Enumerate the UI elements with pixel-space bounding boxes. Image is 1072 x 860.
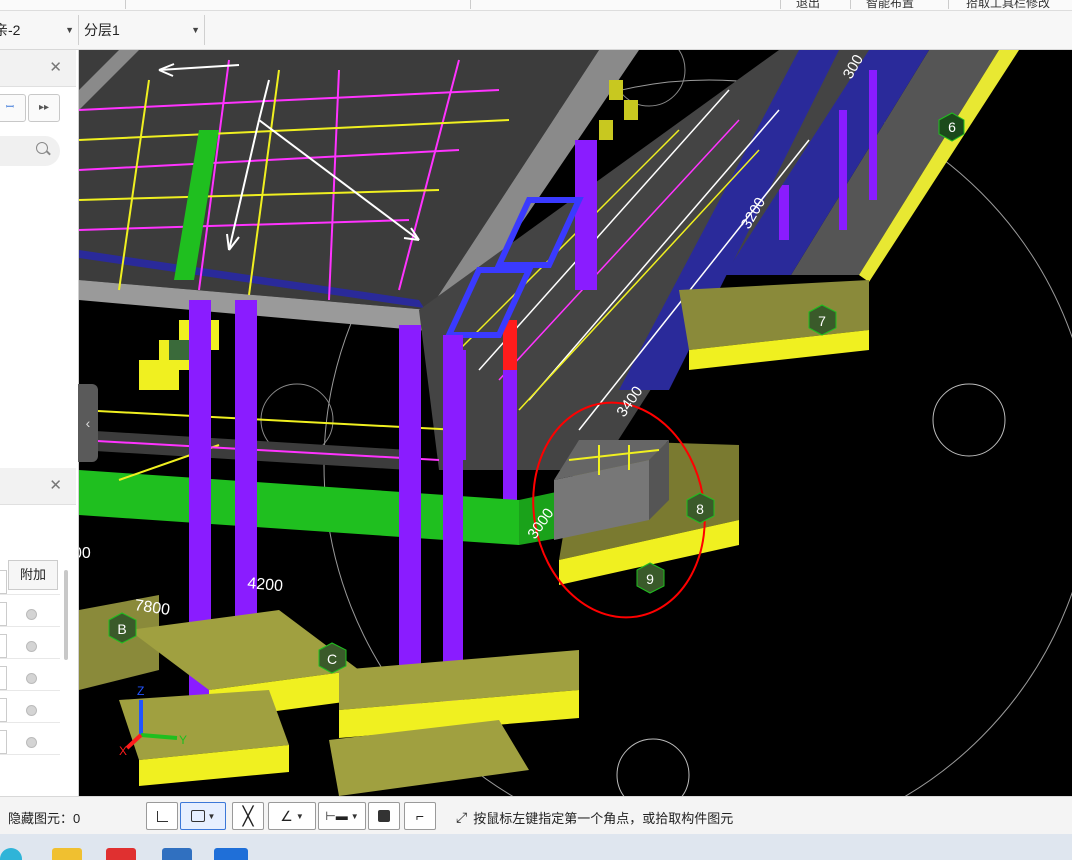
glodon-icon[interactable] [214,848,248,860]
svg-text:6: 6 [948,119,956,135]
layer-toolbar: 亲 -2 ▼ 分层1 ▼ [0,11,1072,50]
separator [948,0,949,9]
column [443,335,463,715]
svg-text:Y: Y [179,733,187,747]
column [779,185,789,240]
left-panel: ✕ ꟷ ▸▸ ✕ 附加 [0,50,79,796]
separator [78,15,79,45]
svg-text:X: X [119,744,127,758]
svg-text:8: 8 [696,501,704,517]
value-field[interactable] [0,666,7,690]
angle-icon: ∠ [280,807,293,824]
search-input[interactable] [0,136,60,166]
axis-marker: 9 [636,562,665,594]
column [869,70,877,200]
exit-button[interactable]: 退出 [796,0,820,11]
polyline-icon: ⌐ [415,808,425,824]
axis-marker: 8 [686,492,715,524]
value-field[interactable] [0,570,7,594]
radio[interactable] [26,673,37,684]
axis-marker: B [108,612,137,644]
resize-arrow-icon: ⤢ [456,809,468,825]
command-hint: ⤢ 按鼠标左键指定第一个角点，或拾取构件图元 [456,809,734,826]
close-icon[interactable]: ✕ [49,58,62,76]
polyline-button[interactable]: ⌐ [404,802,436,830]
orbit-handle[interactable] [616,738,690,796]
column [235,300,257,645]
fast-forward-icon[interactable]: ▸▸ [28,94,60,122]
column [575,140,597,290]
close-icon[interactable]: ✕ [49,476,62,494]
angle-button[interactable]: ∠ ▼ [268,802,316,830]
svg-text:C: C [327,651,337,667]
chevron-down-icon: ▼ [65,25,74,35]
svg-text:Z: Z [137,684,144,698]
radio[interactable] [26,737,37,748]
axis-marker: 7 [808,304,837,336]
rectangle-select-icon [190,810,205,822]
separator [204,15,205,45]
cross-button[interactable]: ╳ [232,802,264,830]
smart-layout-button[interactable]: 智能布置 [866,0,914,11]
list-item[interactable] [0,632,60,659]
dimension-label: 00 [79,545,91,562]
list-item[interactable] [0,664,60,691]
list-item[interactable] [0,696,60,723]
chevron-down-icon: ▼ [191,25,200,35]
pick-toolbar-edit-button[interactable]: 拾取工具栏修改 [966,0,1050,11]
snapshot-icon [378,810,390,822]
status-bar: 隐藏图元：0 ▼ ╳ ∠ ▼ ⊢▬ ▼ ⌐ ⤢ 按鼠标左键指定第一个角点，或拾取构件… [0,796,1072,835]
separator [850,0,851,9]
rectangle-select-button[interactable]: ▼ [180,802,226,830]
orthogonal-button[interactable] [146,802,178,830]
radio[interactable] [26,705,37,716]
axis-marker: C [318,642,347,674]
collapse-panel-tab[interactable]: ‹ [78,384,98,462]
svg-text:9: 9 [646,571,654,587]
value-field[interactable] [0,602,7,626]
panel-tool-button[interactable]: ꟷ [0,94,26,122]
column [839,110,847,230]
folder-icon[interactable] [52,848,82,860]
taskbar [0,834,1072,860]
layer-select[interactable]: 分层1 ▼ [84,19,200,41]
edge-icon[interactable] [0,848,22,860]
list-item[interactable] [0,568,60,595]
orthogonal-icon [156,810,168,822]
value-field[interactable] [0,698,7,722]
list-item[interactable] [0,600,60,627]
orbit-handle[interactable] [932,383,1006,457]
svg-text:7: 7 [818,313,826,329]
snapshot-button[interactable] [368,802,400,830]
hidden-elements-status: 隐藏图元：0 [8,811,81,826]
search-icon [36,142,48,154]
svg-text:B: B [117,621,126,637]
separator [780,0,781,9]
list-item[interactable] [0,728,60,755]
separator [470,0,471,9]
offset-icon: ⊢▬ [325,809,348,823]
offset-button[interactable]: ⊢▬ ▼ [318,802,366,830]
panel-header-bottom: ✕ [0,468,76,505]
top-menu-strip: 退出 智能布置 拾取工具栏修改 [0,0,1072,11]
cross-icon: ╳ [242,806,254,826]
radio[interactable] [26,641,37,652]
value-field[interactable] [0,634,7,658]
scrollbar[interactable] [64,570,68,660]
floor-select[interactable]: 亲 -2 ▼ [0,19,74,41]
app-icon[interactable] [162,848,192,860]
panel-header-top: ✕ [0,50,76,87]
dimension-label: 4200 [247,575,284,595]
separator [125,0,126,9]
radio[interactable] [26,609,37,620]
3d-viewport[interactable]: 6 7 8 9 B C 7800 4200 3200 3400 3000 300… [79,50,1072,796]
model-canvas[interactable]: 6 7 8 9 B C 7800 4200 3200 3400 3000 300… [79,50,1072,796]
value-field[interactable] [0,730,7,754]
wps-icon[interactable] [106,848,136,860]
